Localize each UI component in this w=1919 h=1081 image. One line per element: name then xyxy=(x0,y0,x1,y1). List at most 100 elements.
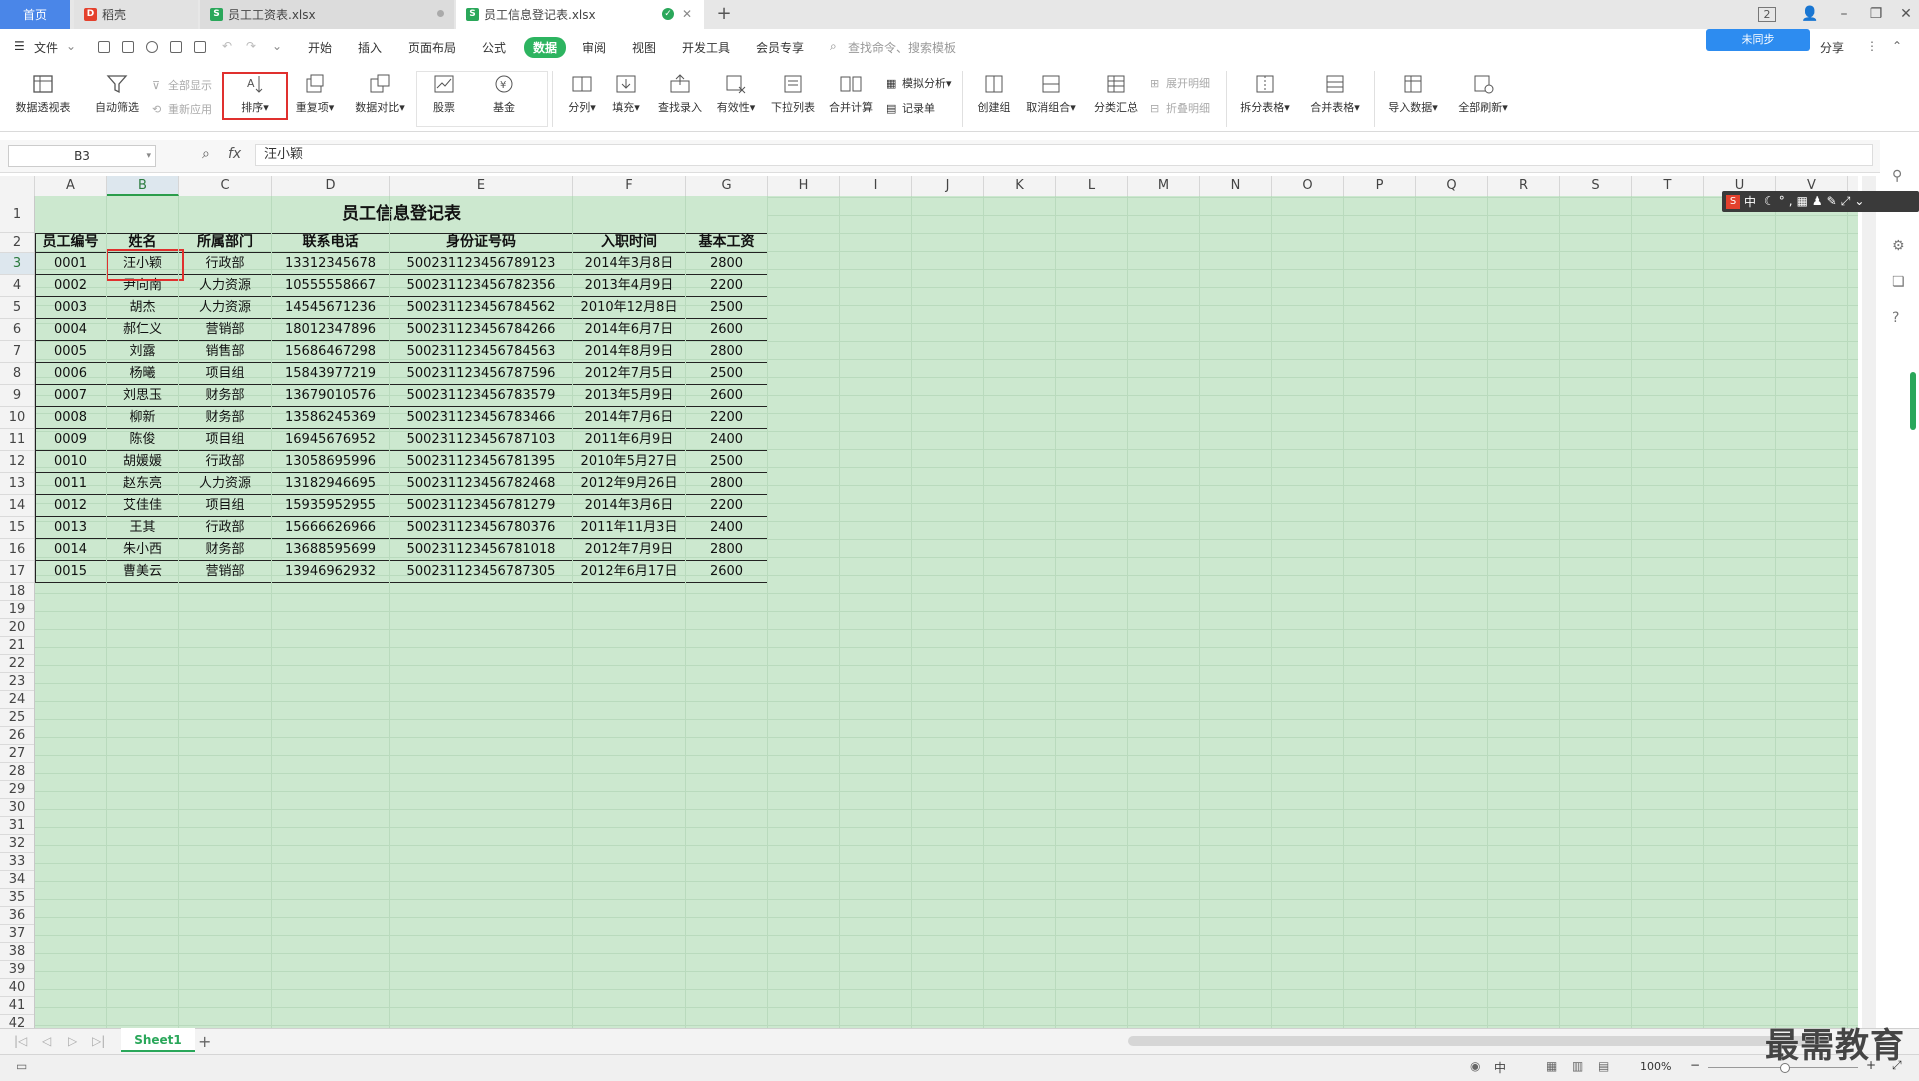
row-header[interactable]: 37 xyxy=(0,925,34,943)
refresh-all-button[interactable]: 全部刷新▾ xyxy=(1452,73,1514,115)
row-header[interactable]: 35 xyxy=(0,889,34,907)
row-header[interactable]: 22 xyxy=(0,655,34,673)
split-column-button[interactable]: 分列▾ xyxy=(562,73,602,115)
table-cell[interactable]: 0003 xyxy=(35,297,107,319)
table-cell[interactable]: 500231123456787305 xyxy=(390,561,573,583)
table-cell[interactable]: 2011年6月9日 xyxy=(573,429,686,451)
table-cell[interactable]: 0013 xyxy=(35,517,107,539)
table-cell[interactable]: 16945676952 xyxy=(272,429,390,451)
add-sheet-button[interactable]: + xyxy=(198,1032,211,1051)
table-cell[interactable]: 2014年8月9日 xyxy=(573,341,686,363)
table-cell[interactable]: 财务部 xyxy=(179,385,272,407)
table-cell[interactable]: 行政部 xyxy=(179,451,272,473)
row-header[interactable]: 28 xyxy=(0,763,34,781)
table-cell[interactable]: 2800 xyxy=(686,473,768,495)
table-cell[interactable]: 15666626966 xyxy=(272,517,390,539)
subtotal-button[interactable]: 分类汇总 xyxy=(1090,73,1142,115)
column-header-j[interactable]: J xyxy=(912,176,984,196)
column-header-s[interactable]: S xyxy=(1560,176,1632,196)
table-cell[interactable]: 0002 xyxy=(35,275,107,297)
prev-sheet-icon[interactable]: ◁ xyxy=(42,1034,51,1048)
table-cell[interactable]: 2012年9月26日 xyxy=(573,473,686,495)
table-cell[interactable]: 2014年6月7日 xyxy=(573,319,686,341)
table-cell[interactable]: 2010年12月8日 xyxy=(573,297,686,319)
merge-calc-button[interactable]: 合并计算 xyxy=(824,73,878,115)
table-cell[interactable]: 营销部 xyxy=(179,319,272,341)
table-cell[interactable]: 艾佳佳 xyxy=(107,495,179,517)
table-cell[interactable]: 2200 xyxy=(686,495,768,517)
unsaved-dot-icon[interactable] xyxy=(437,10,444,17)
row-header[interactable]: 9 xyxy=(0,385,34,407)
column-header-n[interactable]: N xyxy=(1200,176,1272,196)
table-cell[interactable]: 2500 xyxy=(686,297,768,319)
formula-input[interactable]: 汪小颖 xyxy=(255,144,1873,166)
row-header[interactable]: 38 xyxy=(0,943,34,961)
column-header-h[interactable]: H xyxy=(768,176,840,196)
table-cell[interactable]: 0011 xyxy=(35,473,107,495)
settings-sliders-icon[interactable]: ⚙ xyxy=(1892,238,1905,254)
table-cell[interactable]: 2400 xyxy=(686,517,768,539)
column-header-f[interactable]: F xyxy=(573,176,686,196)
table-cell[interactable]: 13058695996 xyxy=(272,451,390,473)
zoom-lookup-icon[interactable]: ⌕ xyxy=(202,146,210,162)
page-layout-view-icon[interactable]: ▥ xyxy=(1572,1059,1583,1073)
side-scroll-indicator[interactable] xyxy=(1910,372,1916,430)
table-cell[interactable]: 营销部 xyxy=(179,561,272,583)
row-header[interactable]: 12 xyxy=(0,451,34,473)
table-cell[interactable]: 0007 xyxy=(35,385,107,407)
column-header-m[interactable]: M xyxy=(1128,176,1200,196)
table-cell[interactable]: 2012年7月5日 xyxy=(573,363,686,385)
table-cell[interactable]: 13586245369 xyxy=(272,407,390,429)
merge-table-button[interactable]: 合并表格▾ xyxy=(1304,73,1366,115)
column-header-g[interactable]: G xyxy=(686,176,768,196)
chevron-down-icon[interactable]: ⌄ xyxy=(66,39,76,53)
table-cell[interactable]: 0015 xyxy=(35,561,107,583)
row-header[interactable]: 23 xyxy=(0,673,34,691)
spreadsheet-grid[interactable]: ABCDEFGHIJKLMNOPQRSTUV 1 2 3 4 5 6 7 8 9 10 11 12 13… xyxy=(0,176,1858,1028)
table-cell[interactable]: 2013年5月9日 xyxy=(573,385,686,407)
command-search[interactable]: 查找命令、搜索模板 xyxy=(848,39,956,56)
table-cell[interactable]: 2012年6月17日 xyxy=(573,561,686,583)
menu-member[interactable]: 会员专享 xyxy=(756,39,804,56)
table-cell[interactable]: 10555558667 xyxy=(272,275,390,297)
row-header[interactable]: 3 xyxy=(0,253,34,275)
table-cell[interactable]: 2500 xyxy=(686,363,768,385)
macro-record-icon[interactable]: ▭ xyxy=(16,1059,27,1073)
table-cell[interactable]: 0004 xyxy=(35,319,107,341)
row-header[interactable]: 24 xyxy=(0,691,34,709)
table-cell[interactable]: 赵东亮 xyxy=(107,473,179,495)
preview-icon[interactable] xyxy=(194,41,206,53)
row-header[interactable]: 26 xyxy=(0,727,34,745)
row-header[interactable]: 20 xyxy=(0,619,34,637)
table-cell[interactable]: 项目组 xyxy=(179,363,272,385)
zoom-out-button[interactable]: − xyxy=(1690,1058,1700,1072)
row-header[interactable]: 6 xyxy=(0,319,34,341)
fx-button[interactable]: fx xyxy=(228,146,241,162)
save-icon[interactable] xyxy=(122,41,134,53)
table-cell[interactable]: 2800 xyxy=(686,539,768,561)
table-header-cell[interactable]: 入职时间 xyxy=(573,233,686,253)
row-header[interactable]: 36 xyxy=(0,907,34,925)
fill-button[interactable]: 填充▾ xyxy=(606,73,646,115)
table-cell[interactable]: 刘露 xyxy=(107,341,179,363)
what-if-button[interactable]: ▦ 模拟分析 ▾ xyxy=(886,75,952,91)
column-header-d[interactable]: D xyxy=(272,176,390,196)
hamburger-icon[interactable]: ☰ xyxy=(14,39,25,53)
table-cell[interactable]: 胡媛媛 xyxy=(107,451,179,473)
record-form-button[interactable]: ▤ 记录单 xyxy=(886,100,935,116)
table-cell[interactable]: 0010 xyxy=(35,451,107,473)
table-cell[interactable]: 500231123456782356 xyxy=(390,275,573,297)
table-cell[interactable]: 刘思玉 xyxy=(107,385,179,407)
row-header[interactable]: 14 xyxy=(0,495,34,517)
table-cell[interactable]: 2013年4月9日 xyxy=(573,275,686,297)
table-cell[interactable]: 500231123456783466 xyxy=(390,407,573,429)
validation-button[interactable]: 有效性▾ xyxy=(712,73,760,115)
collapse-ribbon-icon[interactable]: ⌃ xyxy=(1892,39,1902,53)
row-header[interactable]: 16 xyxy=(0,539,34,561)
table-cell[interactable]: 胡杰 xyxy=(107,297,179,319)
first-sheet-icon[interactable]: |◁ xyxy=(14,1034,27,1048)
row-header[interactable]: 29 xyxy=(0,781,34,799)
menu-page-layout[interactable]: 页面布局 xyxy=(408,39,456,56)
row-header[interactable]: 5 xyxy=(0,297,34,319)
table-cell[interactable]: 王其 xyxy=(107,517,179,539)
